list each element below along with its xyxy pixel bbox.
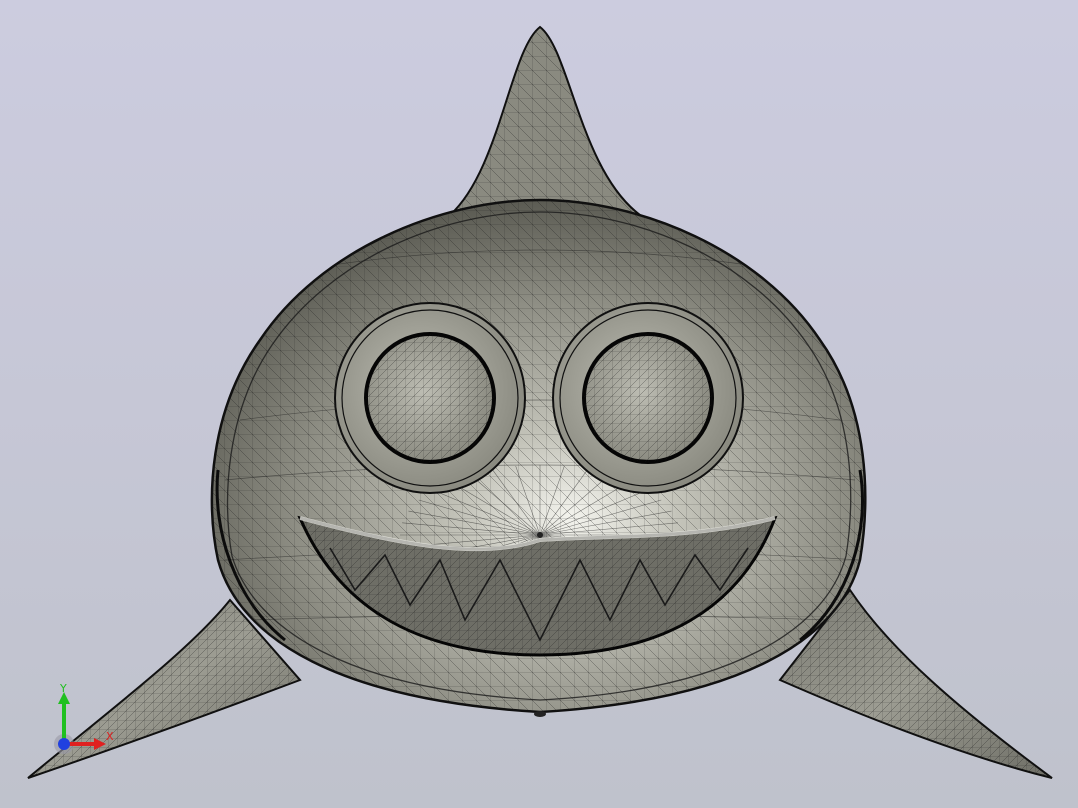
left-eye bbox=[334, 302, 526, 494]
y-axis-label: Y bbox=[59, 682, 67, 695]
right-eye bbox=[552, 302, 744, 494]
3d-viewport[interactable]: Y X bbox=[0, 0, 1078, 808]
axis-triad: Y X bbox=[40, 680, 130, 760]
shark-model[interactable] bbox=[0, 0, 1078, 808]
z-axis-dot bbox=[58, 738, 70, 750]
x-axis-label: X bbox=[106, 730, 114, 743]
